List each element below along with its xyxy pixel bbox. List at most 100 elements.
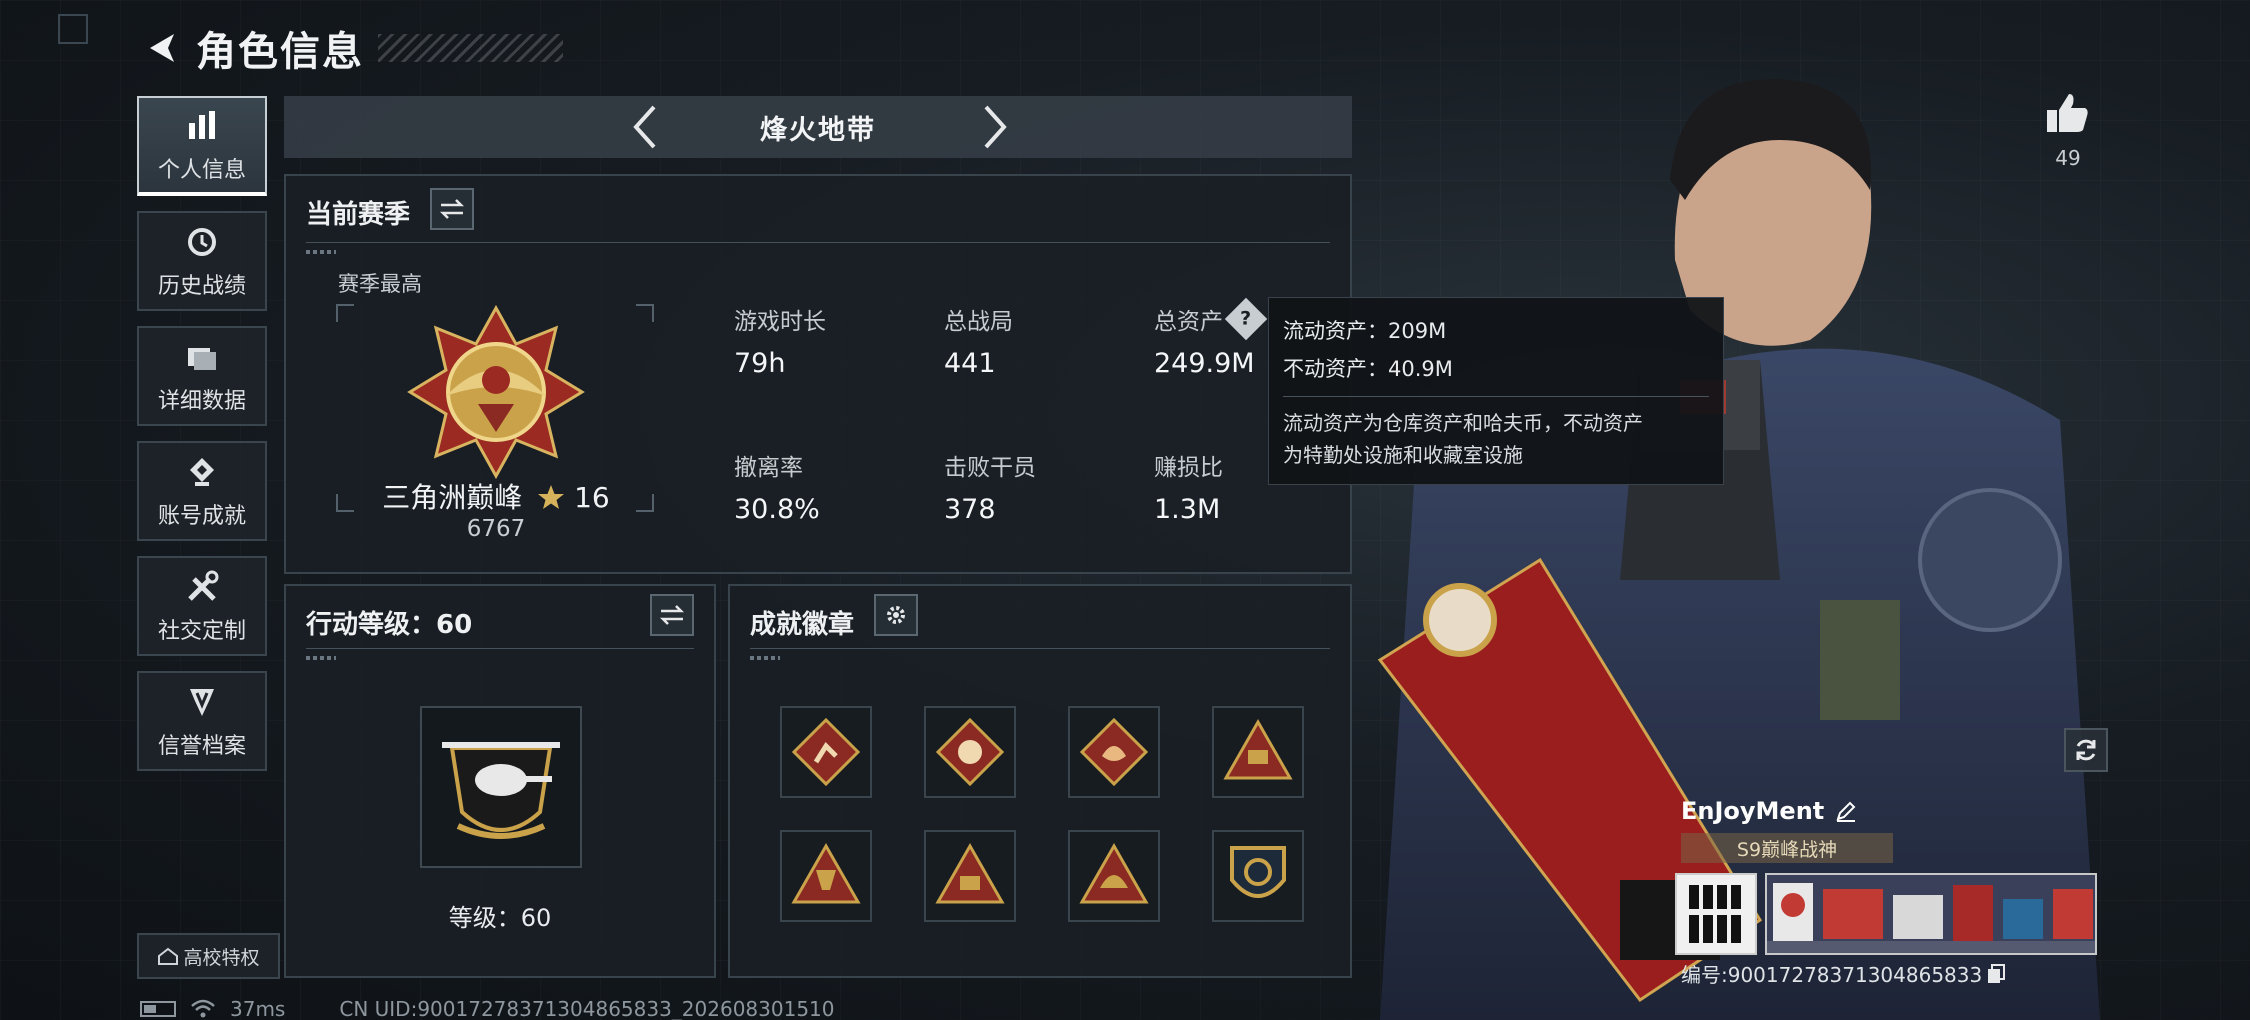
rank-name-row: 三角洲巅峰 16 [286, 476, 706, 516]
stat-label: 游戏时长 [734, 309, 826, 335]
tooltip-liquid-assets: 流动资产：209M [1283, 319, 1447, 343]
help-icon[interactable]: ? [1224, 297, 1268, 341]
divider-dots [306, 250, 336, 254]
badge-emblem-icon[interactable] [1212, 830, 1304, 922]
level-switch-button[interactable] [650, 594, 694, 636]
sidebar-item-personal-info[interactable]: 个人信息 [137, 96, 267, 196]
header-stripes [378, 34, 563, 62]
badge-runner-icon[interactable] [780, 706, 872, 798]
ping-value: 37ms [230, 997, 286, 1020]
corner-decoration [58, 14, 88, 44]
sidebar-item-label: 信誉档案 [157, 734, 246, 759]
page-header: 角色信息 [140, 20, 563, 76]
stat-label: 总战局 [944, 309, 1013, 335]
thumbs-up-icon [2047, 94, 2088, 132]
back-arrow-icon[interactable] [140, 26, 184, 70]
sidebar-item-label: 详细数据 [157, 389, 246, 414]
rank-emblem-icon [407, 304, 585, 480]
badge-s5-gold-icon[interactable] [780, 830, 872, 922]
tooltip-fixed-assets: 不动资产：40.9M [1283, 357, 1453, 381]
campus-privilege-button[interactable]: 高校特权 [137, 933, 280, 979]
bar-chart-icon [182, 106, 222, 146]
tooltip-description-line1: 流动资产为仓库资产和哈夫币，不动资产 [1283, 411, 1643, 435]
swap-icon [439, 199, 465, 219]
stat-value: 249.9M [1154, 348, 1255, 379]
sidebar-nav: 个人信息 历史战绩 详细数据 账号成就 社交定制 信誉档案 [137, 96, 267, 786]
stat-label: 击败干员 [944, 455, 1036, 481]
mode-selector: 烽火地带 [284, 96, 1352, 158]
stat-play-time: 游戏时长 79h [734, 302, 826, 379]
avatar-emblem-icon [1685, 885, 1747, 943]
gear-icon [887, 606, 905, 624]
season-switch-button[interactable] [430, 188, 474, 230]
sidebar-item-history[interactable]: 历史战绩 [137, 211, 267, 311]
swap-icon [659, 605, 685, 625]
edit-icon[interactable] [1834, 799, 1858, 823]
season-panel: 当前赛季 赛季最高 三角洲巅峰 16 6767 游戏时长 79h 总战局 441… [284, 174, 1352, 574]
assets-tooltip: 流动资产：209M 不动资产：40.9M 流动资产为仓库资产和哈夫币，不动资产 … [1268, 297, 1724, 485]
status-bar: 37ms CN UID:90017278371304865833_2026083… [140, 996, 849, 1020]
page-title: 角色信息 [196, 29, 364, 75]
badge-s5-icon[interactable] [1212, 706, 1304, 798]
sidebar-item-social[interactable]: 社交定制 [137, 556, 267, 656]
wifi-icon [191, 999, 215, 1018]
helicopter-badge-icon [442, 742, 560, 839]
sidebar-item-details[interactable]: 详细数据 [137, 326, 267, 426]
stat-extraction-rate: 撤离率 30.8% [734, 448, 820, 525]
battery-icon [140, 1001, 176, 1017]
profile-name-row: EnJoyMent [1681, 797, 1858, 825]
chevron-right-icon [984, 105, 1007, 149]
divider-dots [306, 656, 336, 660]
reputation-icon [182, 682, 222, 722]
tooltip-divider [1283, 396, 1709, 397]
mode-title: 烽火地带 [760, 114, 876, 146]
like-button[interactable]: 49 [2042, 92, 2094, 170]
stat-value: 30.8% [734, 494, 820, 525]
profile-card: EnJoyMent S9巅峰战神 编号:90017278371304865833 [1673, 793, 2109, 993]
sidebar-item-achievements[interactable]: 账号成就 [137, 441, 267, 541]
stat-label: 总资产 [1154, 309, 1223, 335]
sidebar-item-reputation[interactable]: 信誉档案 [137, 671, 267, 771]
stat-total-matches: 总战局 441 [944, 302, 1013, 379]
avatar[interactable] [1675, 873, 1757, 955]
campus-privilege-label: 高校特权 [183, 946, 260, 969]
history-icon [182, 222, 222, 262]
tooltip-description-line2: 为特勤处设施和收藏室设施 [1283, 443, 1523, 467]
achievement-icon [182, 452, 222, 492]
divider [750, 648, 1330, 649]
level-panel: 行动等级：60 等级：60 [284, 584, 716, 978]
stat-label: 撤离率 [734, 455, 803, 481]
mode-next-button[interactable] [972, 104, 1018, 150]
badges-settings-button[interactable] [874, 594, 918, 636]
star-icon [538, 485, 565, 509]
profile-banner[interactable] [1765, 873, 2097, 955]
tools-icon [182, 567, 222, 607]
player-id: 编号:90017278371304865833 [1681, 963, 1983, 987]
stat-total-assets: 总资产 ? 249.9M [1154, 297, 1268, 379]
sidebar-item-label: 账号成就 [157, 504, 246, 529]
badge-helmet-icon[interactable] [1068, 830, 1160, 922]
stat-operators-defeated: 击败干员 378 [944, 448, 1036, 525]
season-best-label: 赛季最高 [338, 272, 422, 296]
refresh-button[interactable] [2064, 728, 2108, 772]
player-id-row: 编号:90017278371304865833 [1681, 959, 2006, 988]
mode-prev-button[interactable] [622, 104, 668, 150]
badge-s6-icon[interactable] [924, 830, 1016, 922]
uid-text: CN UID:90017278371304865833_202608301510 [339, 997, 835, 1020]
like-count: 49 [2055, 146, 2081, 170]
stat-value: 1.3M [1154, 494, 1221, 525]
stat-value: 79h [734, 348, 786, 379]
level-title: 行动等级：60 [306, 610, 473, 640]
badge-beast-icon[interactable] [924, 706, 1016, 798]
sidebar-item-label: 历史战绩 [157, 274, 246, 299]
sidebar-item-label: 社交定制 [157, 619, 246, 644]
copy-icon[interactable] [1986, 963, 2006, 985]
badges-panel: 成就徽章 [728, 584, 1352, 978]
player-name: EnJoyMent [1681, 797, 1825, 825]
stat-profit-ratio: 赚损比 1.3M [1154, 448, 1223, 525]
stat-label-row: 总资产 ? [1154, 297, 1268, 341]
badge-dragon-icon[interactable] [1068, 706, 1160, 798]
rank-stars: 16 [574, 481, 610, 514]
sidebar-item-label: 个人信息 [157, 158, 246, 183]
campus-icon [158, 947, 179, 965]
